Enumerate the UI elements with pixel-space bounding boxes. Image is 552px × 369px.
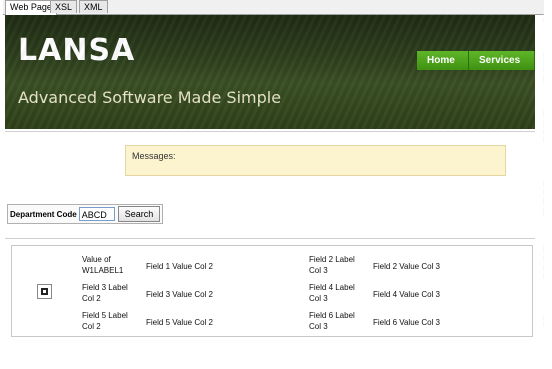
department-search-bar: Department Code ABCD Search: [7, 204, 164, 224]
row3-col2-value: Field 5 Value Col 2: [146, 318, 213, 327]
search-divider: [5, 238, 535, 239]
row2-col2-value: Field 3 Value Col 2: [146, 290, 213, 299]
site-tagline: Advanced Software Made Simple: [18, 88, 282, 107]
row2-col3-value: Field 4 Value Col 3: [373, 290, 440, 299]
search-button[interactable]: Search: [117, 206, 161, 222]
row1-col3-label: Field 2 Label Col 3: [309, 255, 355, 275]
messages-label: Messages:: [132, 151, 176, 161]
tab-xsl[interactable]: XSL: [50, 0, 78, 13]
screenshot-frame: Web Page XSL XML LANSA Advanced Software…: [3, 0, 544, 355]
row1-col2-value: Field 1 Value Col 2: [146, 262, 213, 271]
messages-panel: Messages:: [125, 145, 506, 176]
main-nav: Home Services: [417, 51, 535, 70]
row2-col3-label: Field 4 Label Col 3: [309, 283, 355, 303]
tab-xml[interactable]: XML: [79, 0, 108, 13]
header-divider: [5, 131, 535, 132]
row3-col2-label: Field 5 Label Col 2: [82, 311, 128, 331]
nav-services-button[interactable]: Services: [469, 51, 535, 70]
site-header-banner: LANSA Advanced Software Made Simple Home…: [5, 15, 535, 129]
department-code-label: Department Code: [10, 209, 77, 219]
row3-col3-label: Field 6 Label Col 3: [309, 311, 355, 331]
row3-col3-value: Field 6 Value Col 3: [373, 318, 440, 327]
nav-home-button[interactable]: Home: [417, 51, 469, 70]
view-tab-strip: Web Page XSL XML: [3, 0, 544, 15]
site-logo-text: LANSA: [18, 33, 136, 68]
row2-col2-label: Field 3 Label Col 2: [82, 283, 128, 303]
department-code-input[interactable]: ABCD: [78, 207, 115, 221]
row1-col2-label: Value of W1LABEL1: [82, 255, 124, 275]
row1-col3-value: Field 2 Value Col 3: [373, 262, 440, 271]
row-select-icon[interactable]: [37, 284, 52, 299]
results-grid: Value of W1LABEL1 Field 1 Value Col 2 Fi…: [11, 245, 533, 337]
